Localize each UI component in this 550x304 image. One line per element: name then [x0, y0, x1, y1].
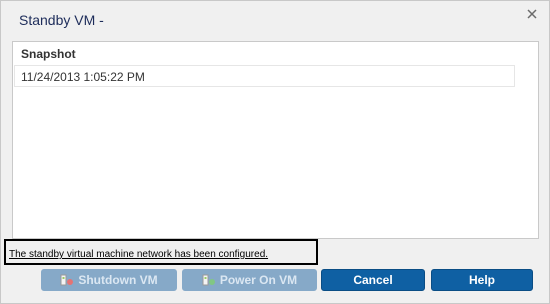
power-on-vm-label: Power On VM [219, 273, 298, 287]
snapshot-column-header[interactable]: Snapshot [13, 42, 538, 64]
snapshot-cell: 11/24/2013 1:05:22 PM [21, 70, 145, 84]
status-box: The standby virtual machine network has … [4, 239, 318, 265]
status-message-link[interactable]: The standby virtual machine network has … [9, 249, 268, 260]
power-on-vm-button[interactable]: Power On VM [182, 269, 317, 291]
cancel-label: Cancel [353, 273, 393, 287]
snapshot-header-label: Snapshot [21, 47, 76, 61]
snapshot-table: Snapshot 11/24/2013 1:05:22 PM [12, 41, 539, 239]
dialog-title: Standby VM - [19, 12, 104, 28]
cancel-button[interactable]: Cancel [321, 269, 425, 291]
dialog-titlebar: Standby VM - [1, 1, 549, 37]
shutdown-vm-button[interactable]: Shutdown VM [41, 269, 177, 291]
help-label: Help [468, 273, 495, 287]
shutdown-vm-label: Shutdown VM [78, 273, 158, 287]
standby-vm-dialog: Standby VM - Snapshot 11/24/2013 1:05:22… [0, 0, 550, 304]
close-icon[interactable] [525, 7, 541, 23]
vm-icon [60, 273, 74, 287]
table-row[interactable]: 11/24/2013 1:05:22 PM [14, 65, 515, 87]
vm-icon [202, 273, 216, 287]
help-button[interactable]: Help [431, 269, 533, 291]
